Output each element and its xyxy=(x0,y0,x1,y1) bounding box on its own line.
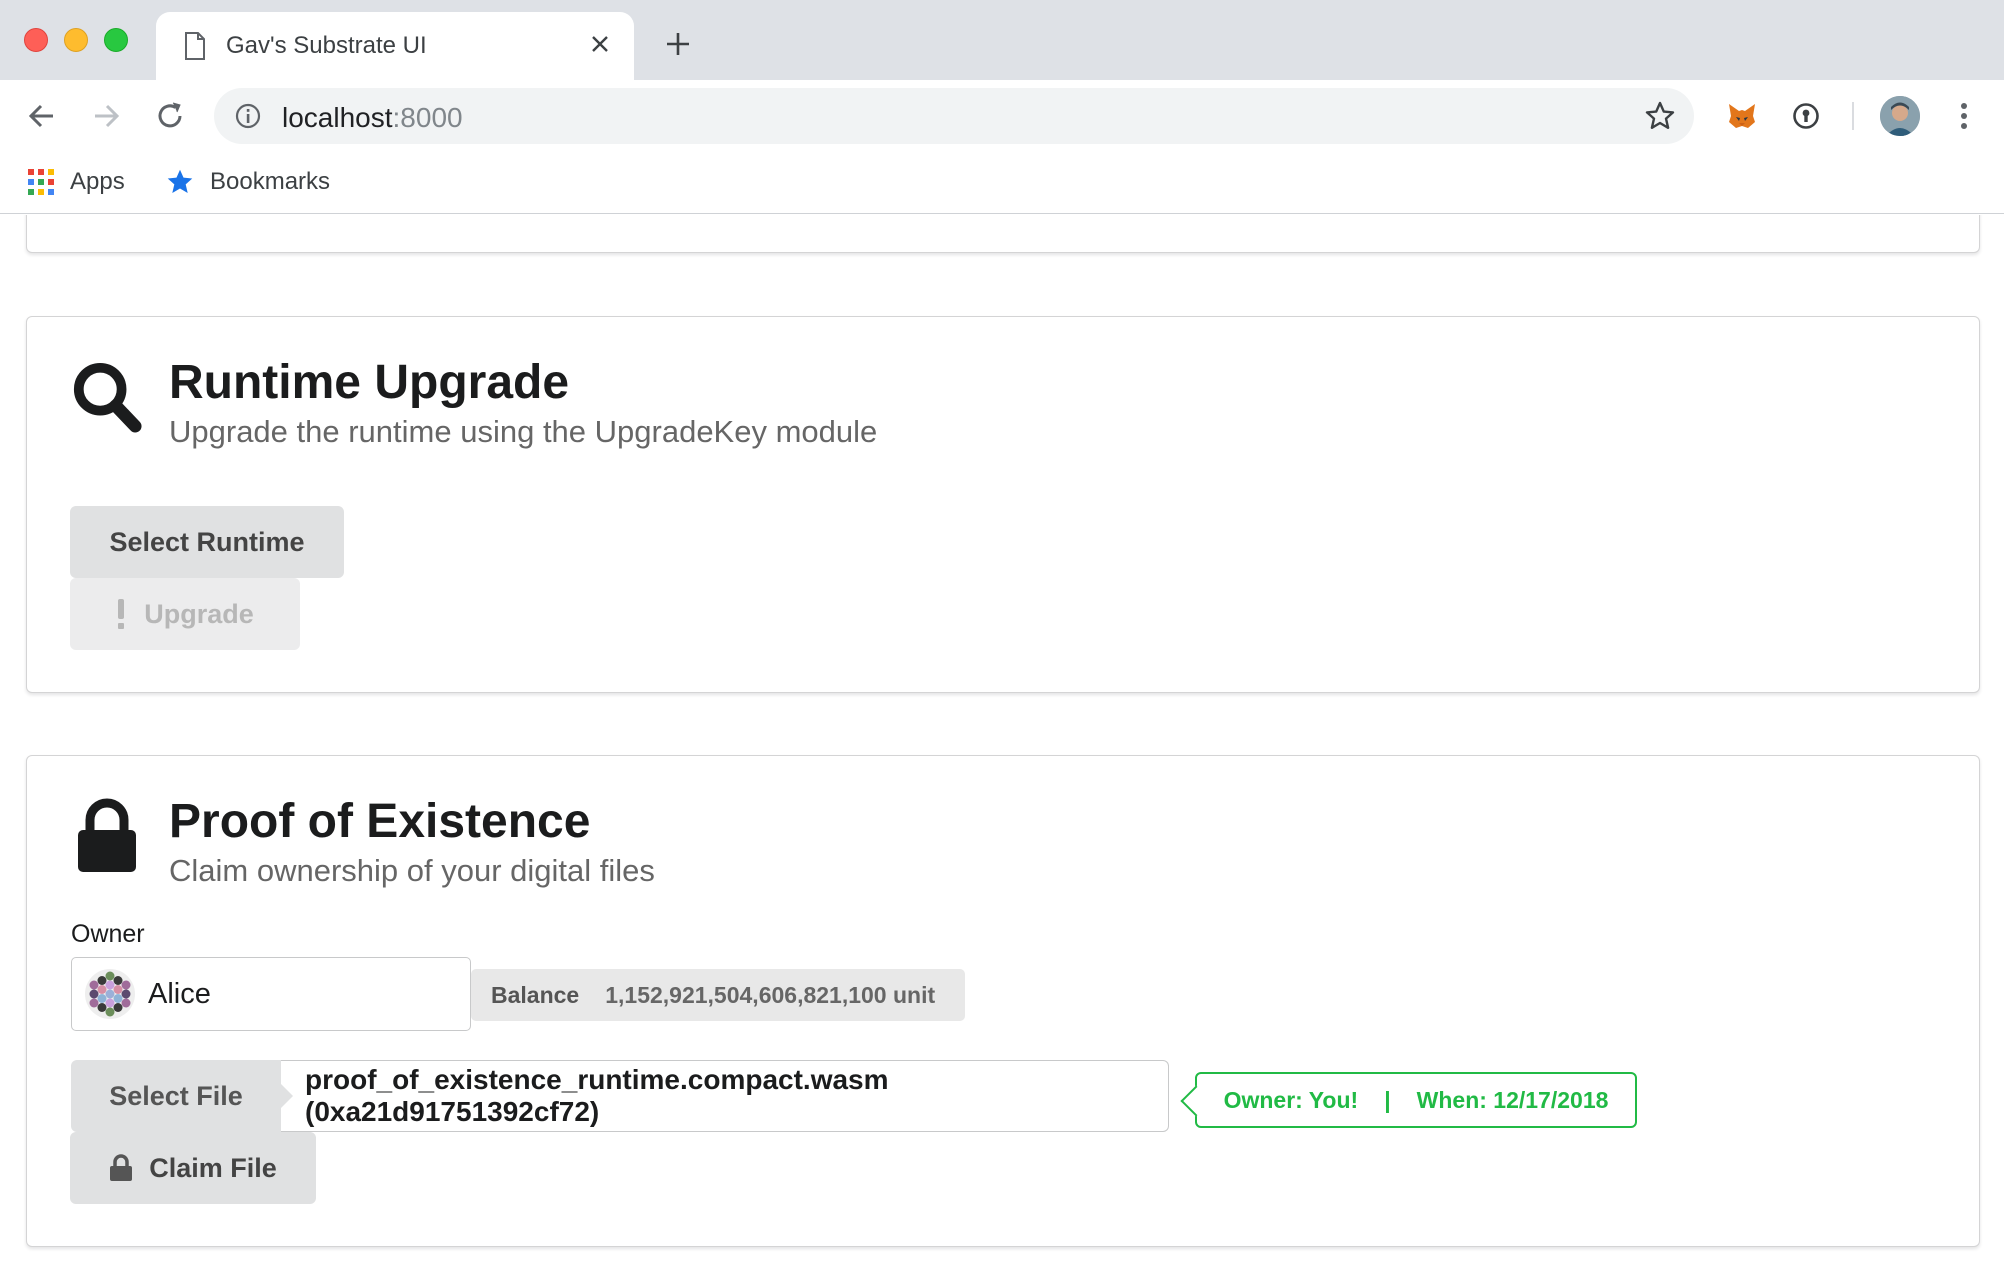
owner-label: Owner xyxy=(71,920,145,948)
owner-dropdown[interactable]: Alice xyxy=(71,957,471,1031)
forward-arrow-icon[interactable] xyxy=(86,96,126,136)
bookmark-apps-label: Apps xyxy=(70,168,125,195)
ownership-status-label: Owner: You! | When: 12/17/2018 xyxy=(1195,1072,1637,1128)
identicon-avatar xyxy=(85,969,135,1019)
runtime-upgrade-title: Runtime Upgrade xyxy=(169,356,570,409)
proof-of-existence-title: Proof of Existence xyxy=(169,795,591,848)
password-manager-icon[interactable] xyxy=(1788,98,1824,134)
ownership-owner-text: Owner: You! xyxy=(1223,1086,1359,1113)
bookmark-star-icon[interactable] xyxy=(1644,100,1676,132)
bookmark-folder[interactable]: Bookmarks xyxy=(166,164,330,200)
toolbar-divider xyxy=(1852,102,1854,130)
ownership-when-text: When: 12/17/2018 xyxy=(1416,1086,1609,1113)
balance-label: Balance 1,152,921,504,606,821,100 unit xyxy=(471,969,965,1021)
address-bar[interactable]: localhost:8000 xyxy=(214,88,1694,144)
site-info-icon[interactable] xyxy=(234,102,262,130)
previous-section-card xyxy=(26,215,1980,253)
select-runtime-button[interactable]: Select Runtime xyxy=(70,506,344,578)
owner-name: Alice xyxy=(148,977,211,1010)
select-file-button[interactable]: Select File xyxy=(71,1060,293,1132)
runtime-upgrade-card: Runtime Upgrade Upgrade the runtime usin… xyxy=(26,316,1980,693)
bookmark-apps[interactable]: Apps xyxy=(28,164,125,200)
profile-avatar-icon[interactable] xyxy=(1880,96,1920,136)
runtime-upgrade-header: Runtime Upgrade Upgrade the runtime usin… xyxy=(71,355,877,453)
bookmark-folder-label: Bookmarks xyxy=(210,168,331,195)
close-window-button[interactable] xyxy=(24,28,48,52)
page-content: Runtime Upgrade Upgrade the runtime usin… xyxy=(0,215,2004,1276)
url-text: localhost:8000 xyxy=(282,102,463,133)
ownership-separator: | xyxy=(1384,1086,1391,1113)
lock-icon xyxy=(110,1154,133,1181)
upgrade-button[interactable]: Upgrade xyxy=(70,578,300,650)
claim-file-button[interactable]: Claim File xyxy=(70,1132,316,1204)
bookmarks-bar: Apps Bookmarks xyxy=(0,152,2004,214)
proof-of-existence-header: Proof of Existence Claim ownership of yo… xyxy=(71,794,655,892)
proof-of-existence-subtitle: Claim ownership of your digital files xyxy=(169,853,655,888)
browser-toolbar: localhost:8000 xyxy=(0,80,2004,152)
browser-tab[interactable]: Gav's Substrate UI xyxy=(156,12,634,80)
tab-title: Gav's Substrate UI xyxy=(226,32,427,59)
back-arrow-icon[interactable] xyxy=(22,96,62,136)
selected-file-name: proof_of_existence_runtime.compact.wasm … xyxy=(281,1060,1169,1132)
minimize-window-button[interactable] xyxy=(64,28,88,52)
menu-kebab-icon[interactable] xyxy=(1946,98,1982,134)
claim-file-button-label: Claim File xyxy=(149,1152,277,1183)
metamask-fox-icon[interactable] xyxy=(1724,98,1760,134)
star-icon xyxy=(167,169,193,193)
file-picker: Select File proof_of_existence_runtime.c… xyxy=(71,1060,1169,1132)
tab-strip: Gav's Substrate UI xyxy=(0,0,2004,80)
runtime-upgrade-subtitle: Upgrade the runtime using the UpgradeKey… xyxy=(169,414,878,449)
lock-icon xyxy=(71,798,143,874)
tab-close-icon[interactable] xyxy=(584,28,616,60)
upgrade-button-label: Upgrade xyxy=(144,598,254,629)
search-icon xyxy=(71,359,143,435)
new-tab-plus-icon[interactable] xyxy=(660,26,696,62)
document-icon xyxy=(185,32,205,60)
balance-key: Balance xyxy=(491,981,580,1008)
apps-grid-icon xyxy=(28,169,54,195)
exclamation-icon xyxy=(118,599,125,629)
reload-icon[interactable] xyxy=(150,96,190,136)
balance-value: 1,152,921,504,606,821,100 unit xyxy=(605,981,936,1008)
proof-of-existence-card: Proof of Existence Claim ownership of yo… xyxy=(26,755,1980,1247)
maximize-window-button[interactable] xyxy=(104,28,128,52)
